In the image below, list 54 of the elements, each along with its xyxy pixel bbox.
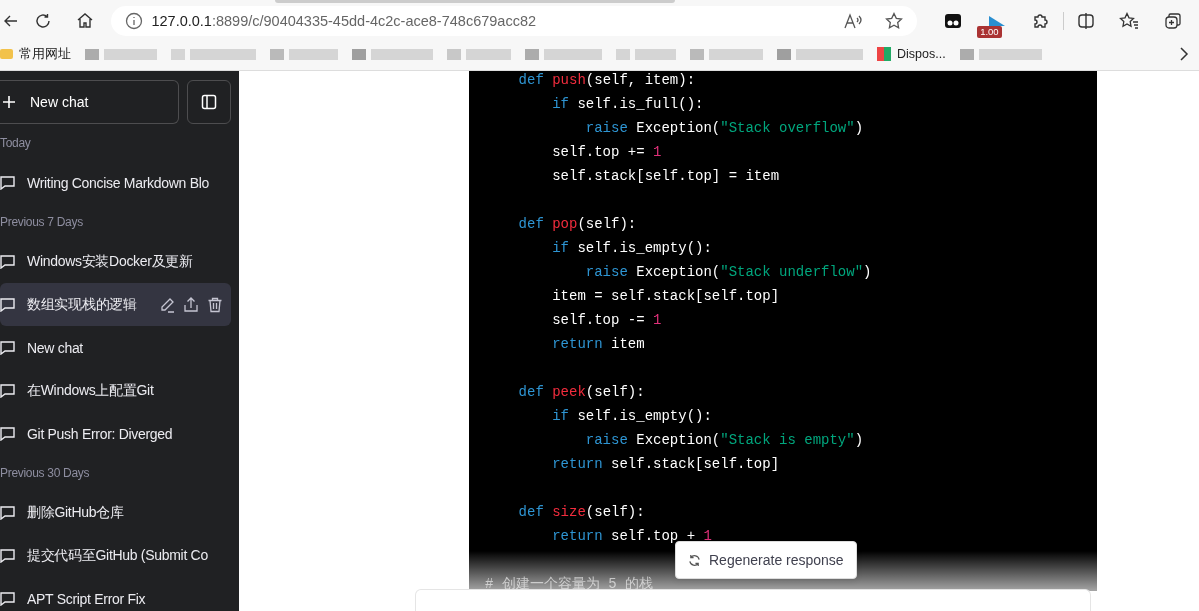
bookmark[interactable]: Dispos... — [877, 47, 946, 61]
code-line: self.top += 1 — [551, 143, 662, 162]
code-line: return item — [551, 335, 645, 354]
info-icon[interactable] — [125, 12, 144, 30]
chat-icon — [0, 254, 15, 269]
chat-icon — [0, 505, 15, 520]
code-line: self.top -= 1 — [551, 311, 662, 330]
section-label: Previous 7 Days — [0, 214, 84, 231]
edit-icon[interactable] — [159, 296, 175, 313]
delete-icon[interactable] — [207, 296, 223, 313]
code-line: def pop(self): — [517, 215, 637, 234]
regenerate-button[interactable]: Regenerate response — [675, 541, 857, 579]
chat-item[interactable]: Git Push Error: Diverged — [0, 412, 231, 455]
chat-icon — [0, 426, 15, 441]
chat-item[interactable]: 数组实现栈的逻辑 — [0, 283, 231, 326]
code-line: raise Exception("Stack is empty") — [584, 431, 864, 450]
chat-item[interactable]: 提交代码至GitHub (Submit Co — [0, 534, 231, 577]
sidebar-toggle-icon[interactable] — [187, 80, 231, 124]
code-line: return self.stack[self.top] — [551, 455, 780, 474]
chat-item[interactable]: APT Script Error Fix — [0, 577, 231, 611]
bookmark-folder[interactable]: 常用网址 — [0, 45, 71, 63]
code-line: if self.is_empty(): — [551, 239, 712, 258]
new-chat-button[interactable]: New chat — [0, 80, 179, 124]
chat-item[interactable]: 删除GitHub仓库 — [0, 491, 231, 534]
read-aloud-icon[interactable] — [843, 12, 864, 30]
chat-item[interactable]: Writing Concise Markdown Blo — [0, 161, 231, 204]
chat-icon — [0, 383, 15, 398]
address-bar[interactable]: 127.0.0.1:8899/c/90404335-45dd-4c2c-ace8-748c679acc82 — [111, 6, 918, 36]
chat-item[interactable]: New chat — [0, 326, 231, 369]
code-line: raise Exception("Stack overflow") — [584, 119, 864, 138]
code-line: item = self.stack[self.top] — [551, 287, 780, 306]
section-label: Today — [0, 135, 32, 152]
refresh-icon — [688, 553, 701, 567]
chat-icon — [0, 175, 15, 190]
plus-icon — [2, 95, 16, 109]
chevron-icon[interactable] — [1179, 46, 1189, 62]
chat-icon — [0, 591, 15, 606]
section-label: Previous 30 Days — [0, 465, 91, 482]
chat-icon — [0, 548, 15, 563]
code-line: if self.is_empty(): — [551, 407, 712, 426]
code-line: raise Exception("Stack underflow") — [584, 263, 872, 282]
code-line: if self.is_full(): — [551, 95, 704, 114]
extension-badge: 1.00 — [977, 26, 1002, 38]
code-line: def push(self, item): — [517, 71, 696, 90]
chat-icon — [0, 340, 15, 355]
code-line: def size(self): — [517, 503, 645, 522]
chat-item[interactable]: Windows安装Docker及更新 — [0, 240, 231, 283]
star-icon[interactable] — [885, 12, 904, 30]
code-line: def peek(self): — [517, 383, 645, 402]
share-icon[interactable] — [183, 296, 199, 313]
flag-icon[interactable] — [987, 15, 1007, 27]
code-line: self.stack[self.top] = item — [551, 167, 780, 186]
chat-item[interactable]: 在Windows上配置Git — [0, 369, 231, 412]
chat-icon — [0, 297, 15, 312]
